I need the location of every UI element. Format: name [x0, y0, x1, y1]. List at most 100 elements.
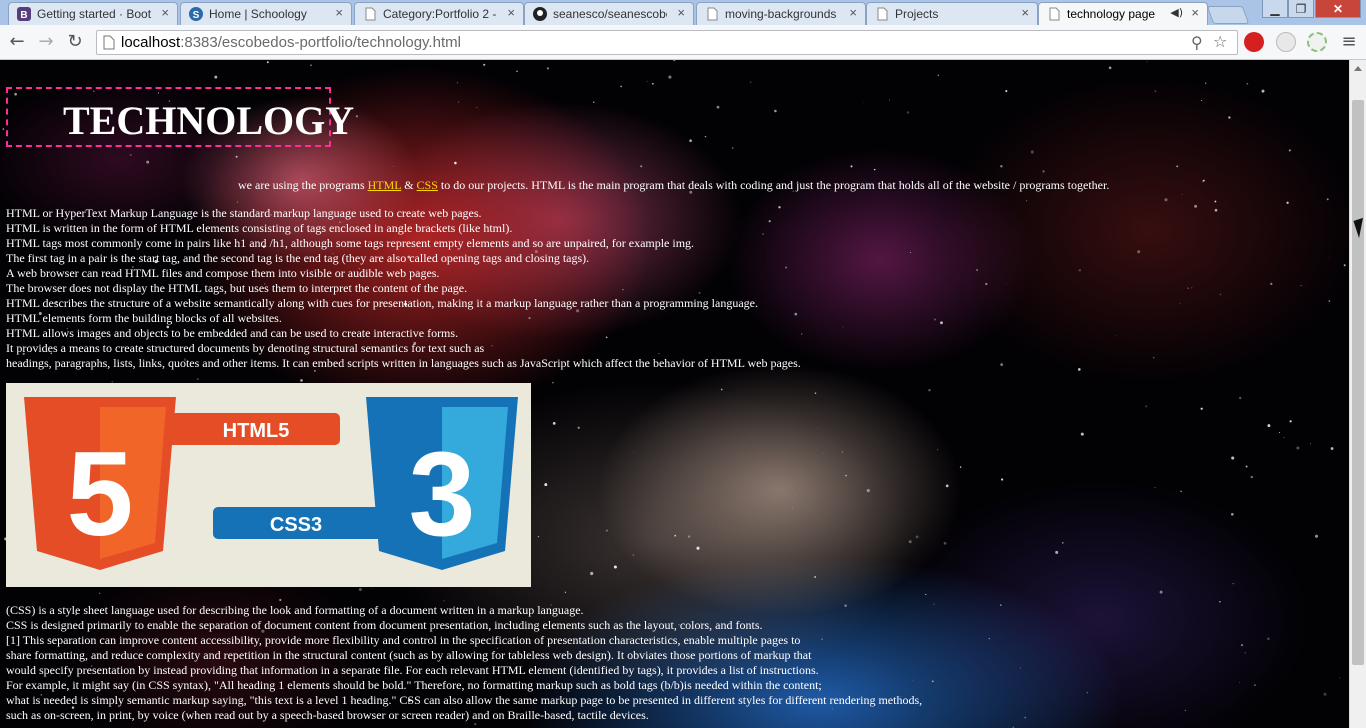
- star: [552, 422, 556, 425]
- star: [928, 389, 931, 392]
- star: [392, 165, 394, 167]
- intro-text-and: &: [401, 178, 417, 192]
- star: [959, 466, 962, 468]
- html-link[interactable]: HTML: [368, 178, 402, 192]
- star: [1300, 284, 1302, 287]
- tab-portfolio[interactable]: Category:Portfolio 2 - ×: [354, 2, 524, 25]
- close-icon[interactable]: ×: [335, 5, 343, 20]
- star: [1314, 534, 1319, 538]
- star: [925, 593, 927, 596]
- reload-icon[interactable]: ↻: [64, 31, 86, 53]
- tab-github[interactable]: seanesco/seanescobe ×: [524, 2, 694, 25]
- close-icon[interactable]: ×: [1021, 5, 1029, 20]
- extension-icon[interactable]: [1276, 32, 1296, 52]
- star: [1164, 198, 1168, 202]
- star: [1145, 405, 1148, 408]
- star: [266, 61, 269, 64]
- url-text[interactable]: localhost:8383/escobedos-portfolio/techn…: [121, 34, 461, 51]
- star: [197, 378, 199, 380]
- star: [476, 106, 478, 108]
- page-icon: [365, 7, 376, 21]
- forward-arrow-icon[interactable]: →: [35, 31, 57, 53]
- search-icon[interactable]: ⚲: [1191, 33, 1203, 52]
- github-icon: [533, 7, 547, 21]
- close-icon[interactable]: ×: [507, 5, 515, 20]
- star: [1240, 643, 1244, 647]
- star: [355, 115, 358, 118]
- star: [906, 111, 910, 114]
- star: [1180, 490, 1182, 493]
- html-description: HTML or HyperText Markup Language is the…: [6, 206, 801, 371]
- adblock-extension-icon[interactable]: [1244, 32, 1264, 52]
- star: [1214, 208, 1218, 212]
- extension-icon[interactable]: [1307, 32, 1327, 52]
- css-link[interactable]: CSS: [417, 178, 438, 192]
- paragraph-line: HTML tags most commonly come in pairs li…: [6, 236, 695, 250]
- star: [1152, 356, 1155, 359]
- close-icon[interactable]: ×: [677, 5, 685, 20]
- star: [640, 165, 643, 168]
- star: [358, 587, 362, 592]
- scroll-up-arrow-icon[interactable]: [1354, 66, 1362, 71]
- star: [915, 535, 919, 539]
- paragraph-line: CSS is designed primarily to enable the …: [6, 618, 763, 632]
- tab-projects[interactable]: Projects ×: [866, 2, 1038, 25]
- star: [795, 494, 796, 496]
- star: [999, 604, 1002, 606]
- star: [564, 591, 567, 593]
- minimize-button[interactable]: ▁: [1262, 0, 1288, 18]
- paragraph-line: It provides a means to create structured…: [6, 341, 485, 355]
- star: [1270, 282, 1273, 286]
- star: [1006, 282, 1008, 284]
- menu-icon[interactable]: ≡: [1338, 31, 1360, 53]
- star: [456, 82, 459, 84]
- paragraph-line: HTML is written in the form of HTML elem…: [6, 221, 513, 235]
- tab-label: Getting started · Boots: [37, 7, 151, 21]
- page-icon: [103, 35, 115, 50]
- star: [673, 60, 676, 62]
- star: [1231, 456, 1235, 460]
- tab-bootstrap[interactable]: B Getting started · Boots ×: [8, 2, 178, 25]
- vertical-scrollbar[interactable]: [1349, 60, 1366, 728]
- address-bar[interactable]: localhost:8383/escobedos-portfolio/techn…: [96, 30, 1238, 55]
- star: [866, 489, 870, 493]
- star: [1214, 200, 1217, 203]
- star: [862, 102, 864, 104]
- paragraph-line: headings, paragraphs, lists, links, quot…: [6, 356, 801, 370]
- close-icon[interactable]: ×: [1191, 5, 1199, 20]
- star: [1309, 443, 1311, 445]
- back-arrow-icon[interactable]: ←: [6, 31, 28, 53]
- scrollbar-thumb[interactable]: [1352, 100, 1364, 665]
- star: [1267, 424, 1271, 428]
- paragraph-line: For example, it might say (in CSS syntax…: [6, 678, 822, 692]
- star: [1055, 550, 1059, 554]
- close-icon[interactable]: ×: [849, 5, 857, 20]
- star: [1154, 90, 1157, 92]
- schoology-icon: S: [189, 7, 203, 21]
- star: [1239, 396, 1242, 400]
- star: [1343, 264, 1346, 267]
- star-icon[interactable]: ☆: [1213, 32, 1227, 51]
- star: [1267, 637, 1270, 640]
- speaker-icon[interactable]: ◀): [1170, 6, 1183, 19]
- tab-schoology[interactable]: S Home | Schoology ×: [180, 2, 352, 25]
- maximize-button[interactable]: ❐: [1288, 0, 1314, 18]
- star: [814, 392, 817, 394]
- paragraph-line: (CSS) is a style sheet language used for…: [6, 603, 584, 617]
- star: [800, 333, 803, 335]
- star: [1020, 667, 1022, 669]
- paragraph-line: HTML describes the structure of a websit…: [6, 296, 758, 310]
- star: [1000, 165, 1003, 168]
- star: [483, 63, 486, 66]
- html5-digit: 5: [67, 427, 134, 561]
- tab-label: technology page: [1067, 7, 1156, 21]
- star: [1137, 250, 1141, 254]
- new-tab-button[interactable]: [1206, 6, 1250, 24]
- tab-moving-backgrounds[interactable]: moving-backgrounds ×: [696, 2, 866, 25]
- star: [1115, 335, 1116, 336]
- close-window-button[interactable]: ✕: [1315, 0, 1361, 18]
- star: [1086, 691, 1089, 694]
- close-icon[interactable]: ×: [161, 5, 169, 20]
- star: [817, 427, 819, 429]
- tab-technology-page[interactable]: technology page ◀) ×: [1038, 2, 1208, 25]
